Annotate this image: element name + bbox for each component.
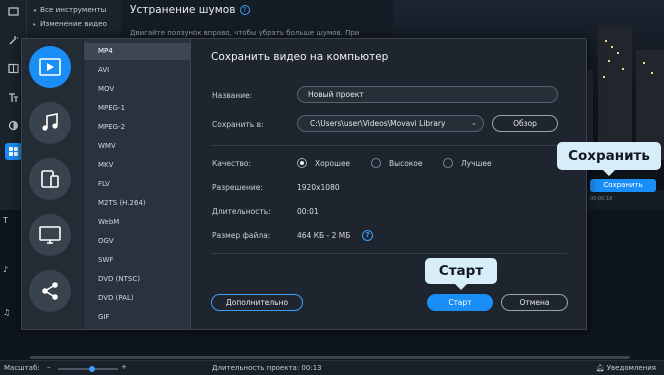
resolution-value: 1920x1080 [297, 183, 340, 192]
format-item[interactable]: GIF [84, 309, 191, 326]
filesize-label: Размер файла: [212, 231, 271, 240]
format-item[interactable]: SWF [84, 252, 191, 269]
start-button[interactable]: Старт [427, 294, 493, 311]
tools-menu: ◂ Все инструменты ▸ Изменение видео [27, 0, 121, 40]
category-bar [22, 39, 83, 329]
quality-high-radio[interactable]: Высокое [371, 158, 423, 168]
save-path-dropdown[interactable]: C:\Users\user\Videos\Movavi Library ⌄ [297, 115, 484, 132]
browse-button[interactable]: Обзор [492, 115, 558, 132]
notifications-button[interactable]: 🔔︎ Уведомления [596, 364, 656, 372]
all-tools-link[interactable]: ◂ Все инструменты [33, 5, 106, 14]
format-item[interactable]: MOV [84, 81, 191, 98]
music-track-icon: ♫ [3, 308, 11, 317]
bell-icon: 🔔︎ [595, 364, 607, 372]
format-item[interactable]: MPEG-1 [84, 100, 191, 117]
zoom-out-button[interactable]: – [47, 363, 51, 371]
category-audio[interactable] [29, 102, 71, 144]
magic-wand-icon[interactable] [5, 32, 22, 49]
category-devices[interactable] [29, 158, 71, 200]
share-icon [42, 282, 58, 300]
info-icon[interactable]: ? [362, 230, 373, 241]
duration-value: 00:01 [297, 207, 319, 216]
more-tools-icon[interactable] [5, 143, 22, 160]
zoom-in-button[interactable]: + [121, 363, 127, 371]
timeline-ruler-label: 00:00:16 [590, 196, 613, 202]
category-share[interactable] [29, 270, 71, 312]
titles-icon[interactable] [5, 89, 22, 106]
noise-title: Устранение шумов? [130, 4, 250, 16]
category-video[interactable] [29, 46, 71, 88]
divider [211, 145, 567, 146]
noise-reduction-panel: Устранение шумов? Двигайте ползунок впра… [121, 0, 393, 40]
resolution-label: Разрешение: [212, 183, 263, 192]
quality-good-radio[interactable]: Хорошее [297, 158, 350, 168]
play-icon [39, 58, 61, 76]
format-item[interactable]: WebM [84, 214, 191, 231]
export-dialog: MP4 AVI MOV MPEG-1 MPEG-2 WMV MKV FLV M2TS (H.26… [21, 38, 587, 330]
format-item[interactable]: MPEG-2 [84, 119, 191, 136]
format-list: MP4 AVI MOV MPEG-1 MPEG-2 WMV MKV FLV M2TS (H.26… [84, 39, 191, 329]
phone-tablet-icon [41, 170, 59, 188]
change-video-link[interactable]: ▸ Изменение видео [33, 19, 107, 28]
advanced-button[interactable]: Дополнительно [211, 294, 303, 311]
category-tv[interactable] [29, 214, 71, 256]
quality-label: Качество: [212, 159, 251, 168]
format-item[interactable]: AVI [84, 62, 191, 79]
filters-icon[interactable] [5, 117, 22, 134]
music-note-icon [42, 113, 58, 131]
quality-best-radio[interactable]: Лучшее [443, 158, 492, 168]
callout-start: Старт [425, 258, 497, 290]
transitions-icon[interactable] [5, 60, 22, 77]
save-button[interactable]: Сохранить [590, 179, 656, 192]
dialog-title: Сохранить видео на компьютер [211, 51, 389, 63]
format-item[interactable]: M2TS (H.264) [84, 195, 191, 212]
audio-track-icon: ♪ [3, 265, 9, 274]
filesize-value: 464 КБ - 2 МБ [297, 231, 351, 240]
text-track-icon: T [3, 216, 8, 225]
monitor-icon [39, 226, 61, 244]
chevron-down-icon: ⌄ [471, 119, 477, 127]
format-item[interactable]: DVD (NTSC) [84, 271, 191, 288]
timeline-scrollbar[interactable] [30, 356, 630, 359]
help-icon[interactable]: ? [239, 5, 250, 15]
duration-label: Длительность: [212, 207, 271, 216]
format-item[interactable]: DVD (PAL) [84, 290, 191, 307]
zoom-slider[interactable] [58, 366, 118, 372]
format-item[interactable]: MKV [84, 157, 191, 174]
cancel-button[interactable]: Отмена [501, 294, 568, 311]
name-field[interactable]: Новый проект [297, 86, 558, 103]
callout-save: Сохранить [557, 142, 661, 176]
divider [211, 253, 567, 254]
format-item[interactable]: FLV [84, 176, 191, 193]
save-to-label: Сохранить в: [212, 120, 264, 129]
name-label: Название: [212, 91, 253, 100]
zoom-label: Масштаб: [4, 364, 40, 372]
status-bar: Масштаб: – + Длительность проекта: 00:13… [0, 360, 664, 375]
format-item[interactable]: MP4 [84, 43, 191, 60]
format-item[interactable]: OGV [84, 233, 191, 250]
noise-hint: Двигайте ползунок вправо, чтобы убрать б… [130, 29, 360, 37]
format-item[interactable]: WMV [84, 138, 191, 155]
import-icon[interactable] [5, 3, 22, 20]
project-duration: Длительность проекта: 00:13 [212, 364, 322, 372]
